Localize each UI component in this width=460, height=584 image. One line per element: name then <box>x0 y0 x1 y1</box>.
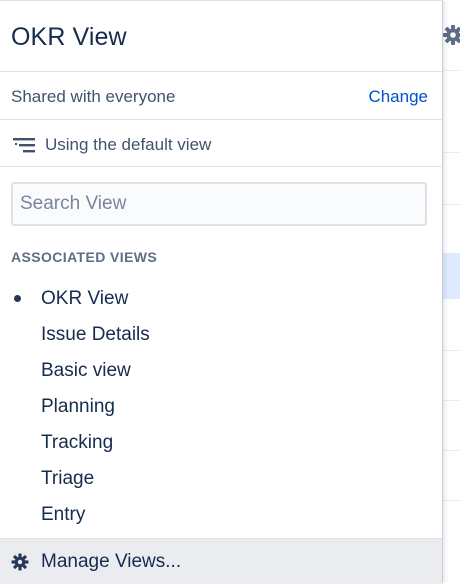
search-view-input[interactable] <box>11 182 427 226</box>
view-item-okr-view[interactable]: OKR View <box>0 281 442 317</box>
change-sharing-link[interactable]: Change <box>368 87 428 107</box>
view-item-label: OKR View <box>41 288 129 309</box>
background-row-divider <box>443 350 460 351</box>
selected-bullet-icon <box>14 295 21 302</box>
view-item-triage[interactable]: Triage <box>0 461 442 497</box>
view-item-planning[interactable]: Planning <box>0 389 442 425</box>
divider <box>0 119 442 120</box>
hierarchy-list-icon <box>13 138 35 153</box>
associated-views-list: OKR View Issue Details Basic view Planni… <box>0 281 442 533</box>
associated-views-heading: ASSOCIATED VIEWS <box>11 249 158 265</box>
background-row-divider <box>443 204 460 205</box>
gear-icon <box>11 553 29 570</box>
view-selector-panel: OKR View Shared with everyone Change Usi… <box>0 0 443 584</box>
manage-views-label: Manage Views... <box>41 550 182 572</box>
background-gear-icon[interactable] <box>440 24 460 46</box>
background-row-divider <box>443 500 460 501</box>
view-item-label: Tracking <box>41 432 114 453</box>
view-item-entry[interactable]: Entry <box>0 497 442 533</box>
background-row-divider <box>443 70 460 71</box>
divider <box>0 166 442 167</box>
background-row-divider <box>443 152 460 153</box>
default-view-text: Using the default view <box>45 135 212 154</box>
background-row-divider <box>443 450 460 451</box>
background-selected-row <box>443 253 460 299</box>
view-item-basic-view[interactable]: Basic view <box>0 353 442 389</box>
view-item-label: Entry <box>41 504 86 525</box>
view-item-issue-details[interactable]: Issue Details <box>0 317 442 353</box>
panel-title: OKR View <box>11 23 127 51</box>
view-item-label: Basic view <box>41 360 131 381</box>
background-row-divider <box>443 400 460 401</box>
divider <box>0 71 442 72</box>
view-item-label: Planning <box>41 396 115 417</box>
sharing-status-text: Shared with everyone <box>11 87 176 106</box>
view-item-tracking[interactable]: Tracking <box>0 425 442 461</box>
default-view-indicator: Using the default view <box>11 132 211 158</box>
manage-views-button[interactable]: Manage Views... <box>0 538 442 584</box>
view-item-label: Issue Details <box>41 324 150 345</box>
view-item-label: Triage <box>41 468 95 489</box>
